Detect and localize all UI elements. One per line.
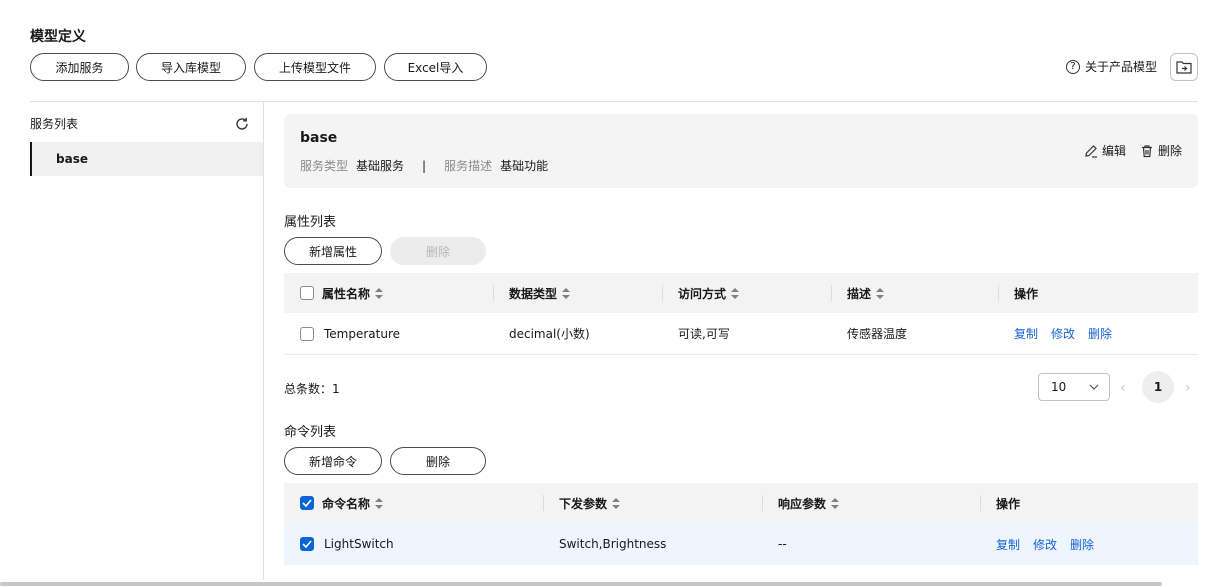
property-table: 属性名称 数据类型 访问方式 描述 操作 Temperature decimal… — [284, 273, 1198, 355]
column-header: 响应参数 — [778, 496, 827, 511]
copy-link[interactable]: 复制 — [1014, 325, 1038, 342]
delete-service-button[interactable]: 删除 — [1140, 142, 1182, 159]
sort-icon[interactable] — [562, 287, 571, 299]
column-header: 下发参数 — [559, 496, 608, 511]
import-library-model-button[interactable]: 导入库模型 — [136, 53, 246, 81]
command-table-header: 命令名称 下发参数 响应参数 操作 — [284, 483, 1198, 523]
service-info-card: base 服务类型 基础服务 | 服务描述 基础功能 编辑 删除 — [284, 114, 1198, 188]
select-all-commands-checkbox[interactable] — [300, 496, 314, 510]
add-command-button[interactable]: 新增命令 — [284, 447, 382, 475]
sort-icon[interactable] — [731, 287, 740, 299]
column-header: 操作 — [996, 496, 1021, 511]
service-meta: 服务类型 基础服务 | 服务描述 基础功能 — [300, 157, 548, 174]
delete-command-button[interactable]: 删除 — [390, 447, 486, 475]
about-product-model-link[interactable]: ? 关于产品模型 — [1066, 58, 1157, 75]
service-type-value: 基础服务 — [356, 159, 405, 173]
page-size-value: 10 — [1051, 380, 1067, 394]
delete-link[interactable]: 删除 — [1088, 325, 1112, 342]
delete-property-button[interactable]: 删除 — [390, 237, 486, 265]
current-page-button[interactable]: 1 — [1142, 371, 1174, 403]
command-name: LightSwitch — [324, 537, 394, 551]
edit-icon — [1085, 144, 1097, 158]
column-header: 操作 — [1014, 286, 1039, 301]
property-table-header: 属性名称 数据类型 访问方式 描述 操作 — [284, 273, 1198, 313]
property-access: 可读,可写 — [678, 327, 730, 341]
column-divider — [543, 495, 544, 511]
sidebar-item-base[interactable]: base — [30, 142, 263, 176]
edit-service-button[interactable]: 编辑 — [1084, 142, 1126, 159]
sort-icon[interactable] — [612, 497, 621, 509]
prev-page-icon[interactable]: ‹ — [1120, 380, 1126, 396]
check-icon — [302, 540, 312, 548]
property-desc: 传感器温度 — [847, 327, 908, 341]
column-header: 访问方式 — [678, 286, 727, 301]
refresh-icon[interactable] — [234, 116, 250, 132]
column-divider — [998, 285, 999, 301]
sort-icon[interactable] — [375, 497, 384, 509]
sidebar-item-label: base — [56, 152, 88, 166]
help-icon: ? — [1066, 59, 1080, 74]
service-name: base — [300, 130, 338, 146]
folder-icon — [1176, 61, 1192, 74]
page-size-select[interactable]: 10 — [1038, 373, 1110, 401]
row-checkbox[interactable] — [300, 537, 314, 551]
property-type: decimal(小数) — [509, 327, 590, 341]
column-header: 描述 — [847, 286, 872, 301]
about-product-model-label: 关于产品模型 — [1085, 60, 1158, 74]
delete-link[interactable]: 删除 — [1070, 536, 1094, 553]
table-row: LightSwitch Switch,Brightness -- 复制 修改 删… — [284, 523, 1198, 565]
excel-import-button[interactable]: Excel导入 — [384, 53, 487, 81]
folder-button[interactable] — [1170, 53, 1198, 81]
select-all-properties-checkbox[interactable] — [300, 286, 314, 300]
row-checkbox[interactable] — [300, 326, 314, 341]
page-title: 模型定义 — [30, 29, 86, 45]
meta-separator: | — [422, 158, 427, 173]
column-divider — [662, 285, 663, 301]
horizontal-scrollbar[interactable] — [0, 582, 1162, 586]
modify-link[interactable]: 修改 — [1051, 325, 1075, 342]
sort-icon[interactable] — [876, 287, 885, 299]
command-response: -- — [778, 537, 787, 551]
copy-link[interactable]: 复制 — [996, 536, 1020, 553]
delete-label: 删除 — [1157, 144, 1182, 158]
table-row: Temperature decimal(小数) 可读,可写 传感器温度 复制 修… — [284, 313, 1198, 355]
modify-link[interactable]: 修改 — [1033, 536, 1057, 553]
trash-icon — [1141, 144, 1152, 157]
service-desc-label: 服务描述 — [444, 159, 493, 173]
column-divider — [980, 495, 981, 511]
service-desc-value: 基础功能 — [500, 159, 549, 173]
column-header: 属性名称 — [322, 286, 371, 301]
total-count: 总条数：1 — [284, 382, 340, 396]
command-params: Switch,Brightness — [559, 537, 667, 551]
sort-icon[interactable] — [375, 287, 384, 299]
column-divider — [762, 495, 763, 511]
command-list-title: 命令列表 — [284, 425, 337, 440]
add-property-button[interactable]: 新增属性 — [284, 237, 382, 265]
chevron-down-icon — [1089, 384, 1099, 390]
command-table: 命令名称 下发参数 响应参数 操作 LightSwitch Switch,Bri… — [284, 483, 1198, 565]
add-service-button[interactable]: 添加服务 — [30, 53, 129, 81]
edit-label: 编辑 — [1101, 144, 1126, 158]
property-list-title: 属性列表 — [284, 215, 337, 230]
column-divider — [493, 285, 494, 301]
service-list-title: 服务列表 — [30, 117, 79, 131]
service-type-label: 服务类型 — [300, 159, 349, 173]
next-page-icon[interactable]: › — [1185, 380, 1191, 396]
property-name: Temperature — [324, 326, 401, 341]
column-divider — [831, 285, 832, 301]
upload-model-file-button[interactable]: 上传模型文件 — [254, 53, 376, 81]
column-header: 命令名称 — [322, 496, 371, 511]
column-header: 数据类型 — [509, 286, 558, 301]
check-icon — [302, 499, 312, 507]
sort-icon[interactable] — [831, 497, 840, 509]
header-divider — [30, 101, 1198, 102]
sidebar-divider — [263, 102, 264, 580]
